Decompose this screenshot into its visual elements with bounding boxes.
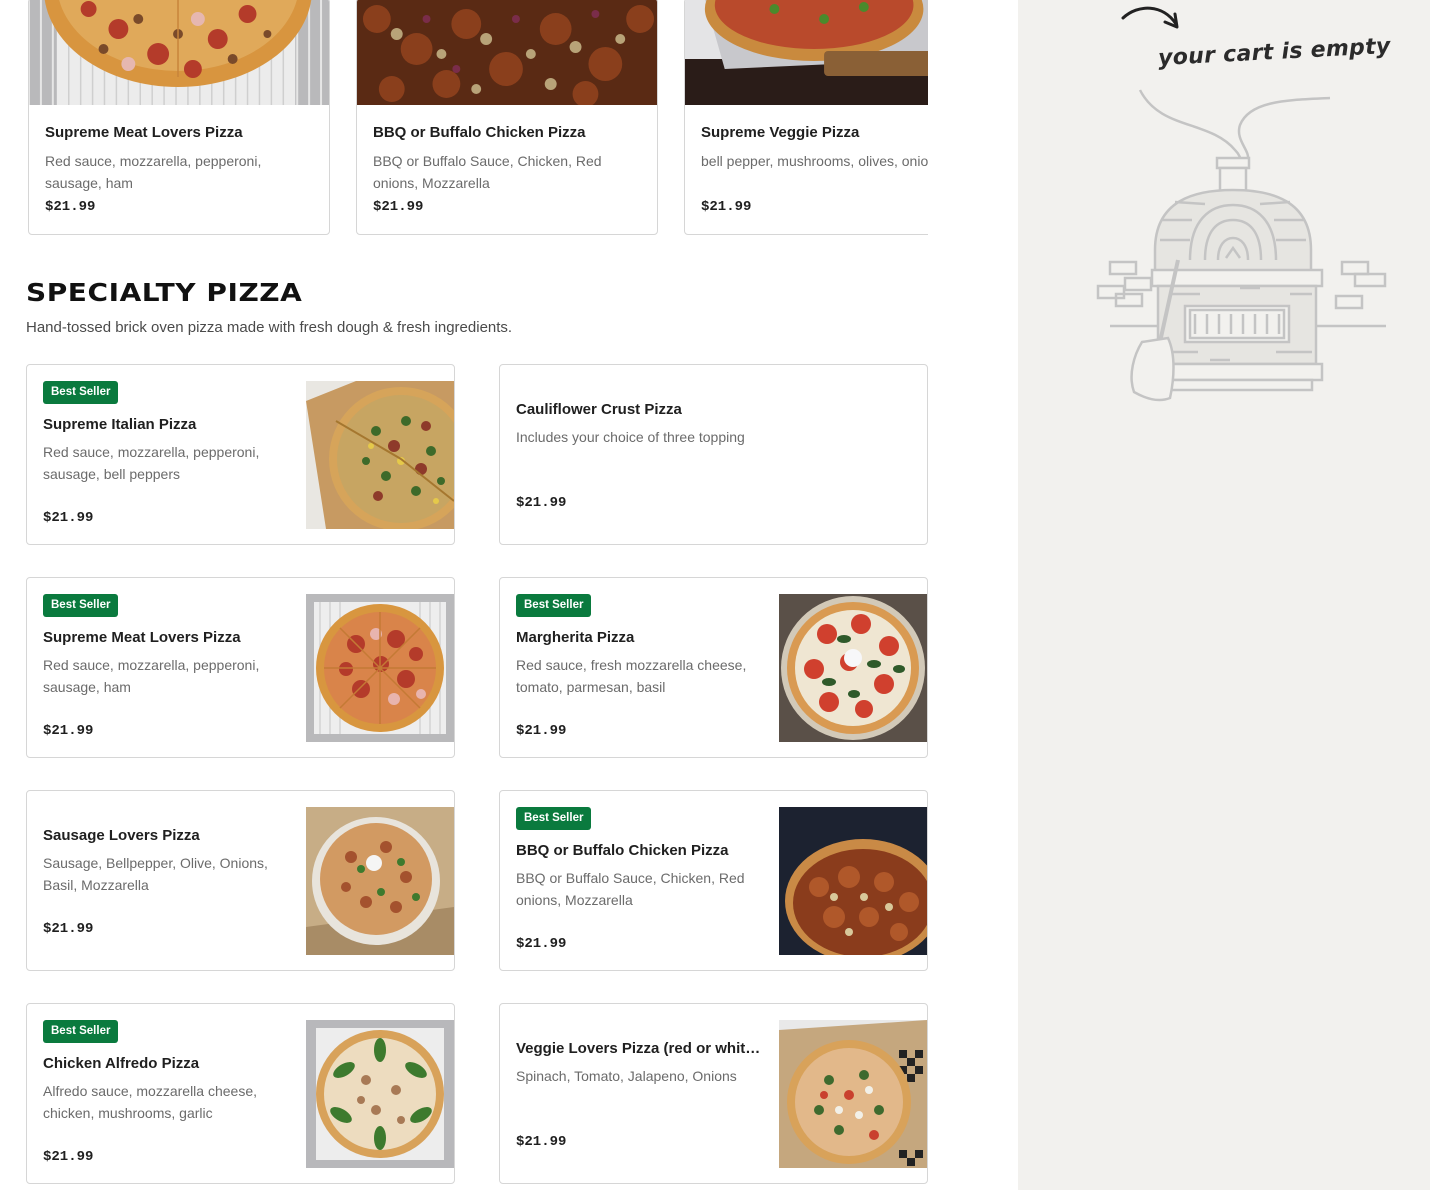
pizza-veggie-photo xyxy=(779,1020,927,1168)
menu-item-card[interactable]: Cauliflower Crust Pizza Includes your ch… xyxy=(499,364,928,545)
item-name: Supreme Meat Lovers Pizza xyxy=(43,629,241,646)
item-description: Red sauce, mozzarella, pepperoni, sausag… xyxy=(43,657,260,695)
featured-carousel[interactable]: Supreme Meat Lovers Pizza Red sauce, moz… xyxy=(27,0,928,236)
best-seller-badge: Best Seller xyxy=(43,381,119,404)
item-price: $21.99 xyxy=(516,495,567,511)
item-name: Margherita Pizza xyxy=(516,629,635,646)
item-price: $21.99 xyxy=(43,1149,94,1165)
best-seller-badge: Best Seller xyxy=(43,594,119,617)
item-description: Includes your choice of three topping xyxy=(516,429,745,445)
pizza-bbq-photo xyxy=(779,807,927,955)
item-price: $21.99 xyxy=(373,199,424,215)
item-name: BBQ or Buffalo Chicken Pizza xyxy=(373,124,586,141)
item-price: $21.99 xyxy=(45,199,96,215)
item-name: Supreme Meat Lovers Pizza xyxy=(45,124,243,141)
menu-item-card[interactable]: Best Seller BBQ or Buffalo Chicken Pizza… xyxy=(499,790,928,971)
menu-item-card[interactable]: Best Seller Chicken Alfredo Pizza Alfred… xyxy=(26,1003,455,1184)
item-name: Sausage Lovers Pizza xyxy=(43,827,200,844)
item-description: Alfredo sauce, mozzarella cheese, chicke… xyxy=(43,1083,257,1121)
item-price: $21.99 xyxy=(43,510,94,526)
item-price: $21.99 xyxy=(43,723,94,739)
menu-item-card[interactable]: Best Seller Supreme Meat Lovers Pizza Re… xyxy=(26,577,455,758)
pizza-sausage-photo xyxy=(306,807,454,955)
item-price: $21.99 xyxy=(516,936,567,952)
section-title: SPECIALTY PIZZA xyxy=(26,278,303,307)
pizza-margherita-photo xyxy=(779,594,927,742)
menu-item-card[interactable]: Veggie Lovers Pizza (red or whit… Spinac… xyxy=(499,1003,928,1184)
menu-content: Supreme Meat Lovers Pizza Red sauce, moz… xyxy=(0,0,1018,1190)
section-subtitle: Hand-tossed brick oven pizza made with f… xyxy=(26,319,513,336)
item-description: Red sauce, fresh mozzarella cheese, toma… xyxy=(516,657,747,695)
item-name: Supreme Veggie Pizza xyxy=(701,124,860,141)
pizza-alfredo-photo xyxy=(306,1020,454,1168)
featured-card[interactable]: Supreme Veggie Pizza bell pepper, mushro… xyxy=(684,0,928,235)
item-price: $21.99 xyxy=(516,723,567,739)
item-description: Red sauce, mozzarella, pepperoni, sausag… xyxy=(43,444,260,482)
pizza-meat-photo xyxy=(306,594,454,742)
item-price: $21.99 xyxy=(516,1134,567,1150)
item-name: Veggie Lovers Pizza (red or whit… xyxy=(516,1040,761,1057)
best-seller-badge: Best Seller xyxy=(516,594,592,617)
cart-panel: your cart is empty xyxy=(1018,0,1430,1190)
item-name: Cauliflower Crust Pizza xyxy=(516,401,682,418)
best-seller-badge: Best Seller xyxy=(43,1020,119,1043)
item-description: BBQ or Buffalo Sauce, Chicken, Red onion… xyxy=(373,153,602,191)
featured-card[interactable]: Supreme Meat Lovers Pizza Red sauce, moz… xyxy=(28,0,330,235)
item-description: BBQ or Buffalo Sauce, Chicken, Red onion… xyxy=(516,870,745,908)
pizza-veggie-photo xyxy=(685,0,928,105)
item-description: Spinach, Tomato, Jalapeno, Onions xyxy=(516,1068,737,1084)
featured-card[interactable]: BBQ or Buffalo Chicken Pizza BBQ or Buff… xyxy=(356,0,658,235)
menu-item-card[interactable]: Best Seller Margherita Pizza Red sauce, … xyxy=(499,577,928,758)
item-name: Chicken Alfredo Pizza xyxy=(43,1055,200,1072)
pizza-meat-photo xyxy=(29,0,329,105)
item-description: Sausage, Bellpepper, Olive, Onions, Basi… xyxy=(43,855,268,893)
item-description: Red sauce, mozzarella, pepperoni, sausag… xyxy=(45,153,262,191)
arrow-icon xyxy=(1121,6,1179,29)
menu-item-card[interactable]: Best Seller Supreme Italian Pizza Red sa… xyxy=(26,364,455,545)
item-name: BBQ or Buffalo Chicken Pizza xyxy=(516,842,729,859)
item-price: $21.99 xyxy=(43,921,94,937)
item-price: $21.99 xyxy=(701,199,752,215)
item-description: bell pepper, mushrooms, olives, onio xyxy=(701,153,928,169)
best-seller-badge: Best Seller xyxy=(516,807,592,830)
menu-item-card[interactable]: Sausage Lovers Pizza Sausage, Bellpepper… xyxy=(26,790,455,971)
pizza-italian-photo xyxy=(306,381,454,529)
empty-cart-message: your cart is empty xyxy=(1157,33,1392,72)
brick-oven-icon xyxy=(1096,89,1387,402)
pizza-bbq-photo xyxy=(357,0,657,105)
item-name: Supreme Italian Pizza xyxy=(43,416,197,433)
